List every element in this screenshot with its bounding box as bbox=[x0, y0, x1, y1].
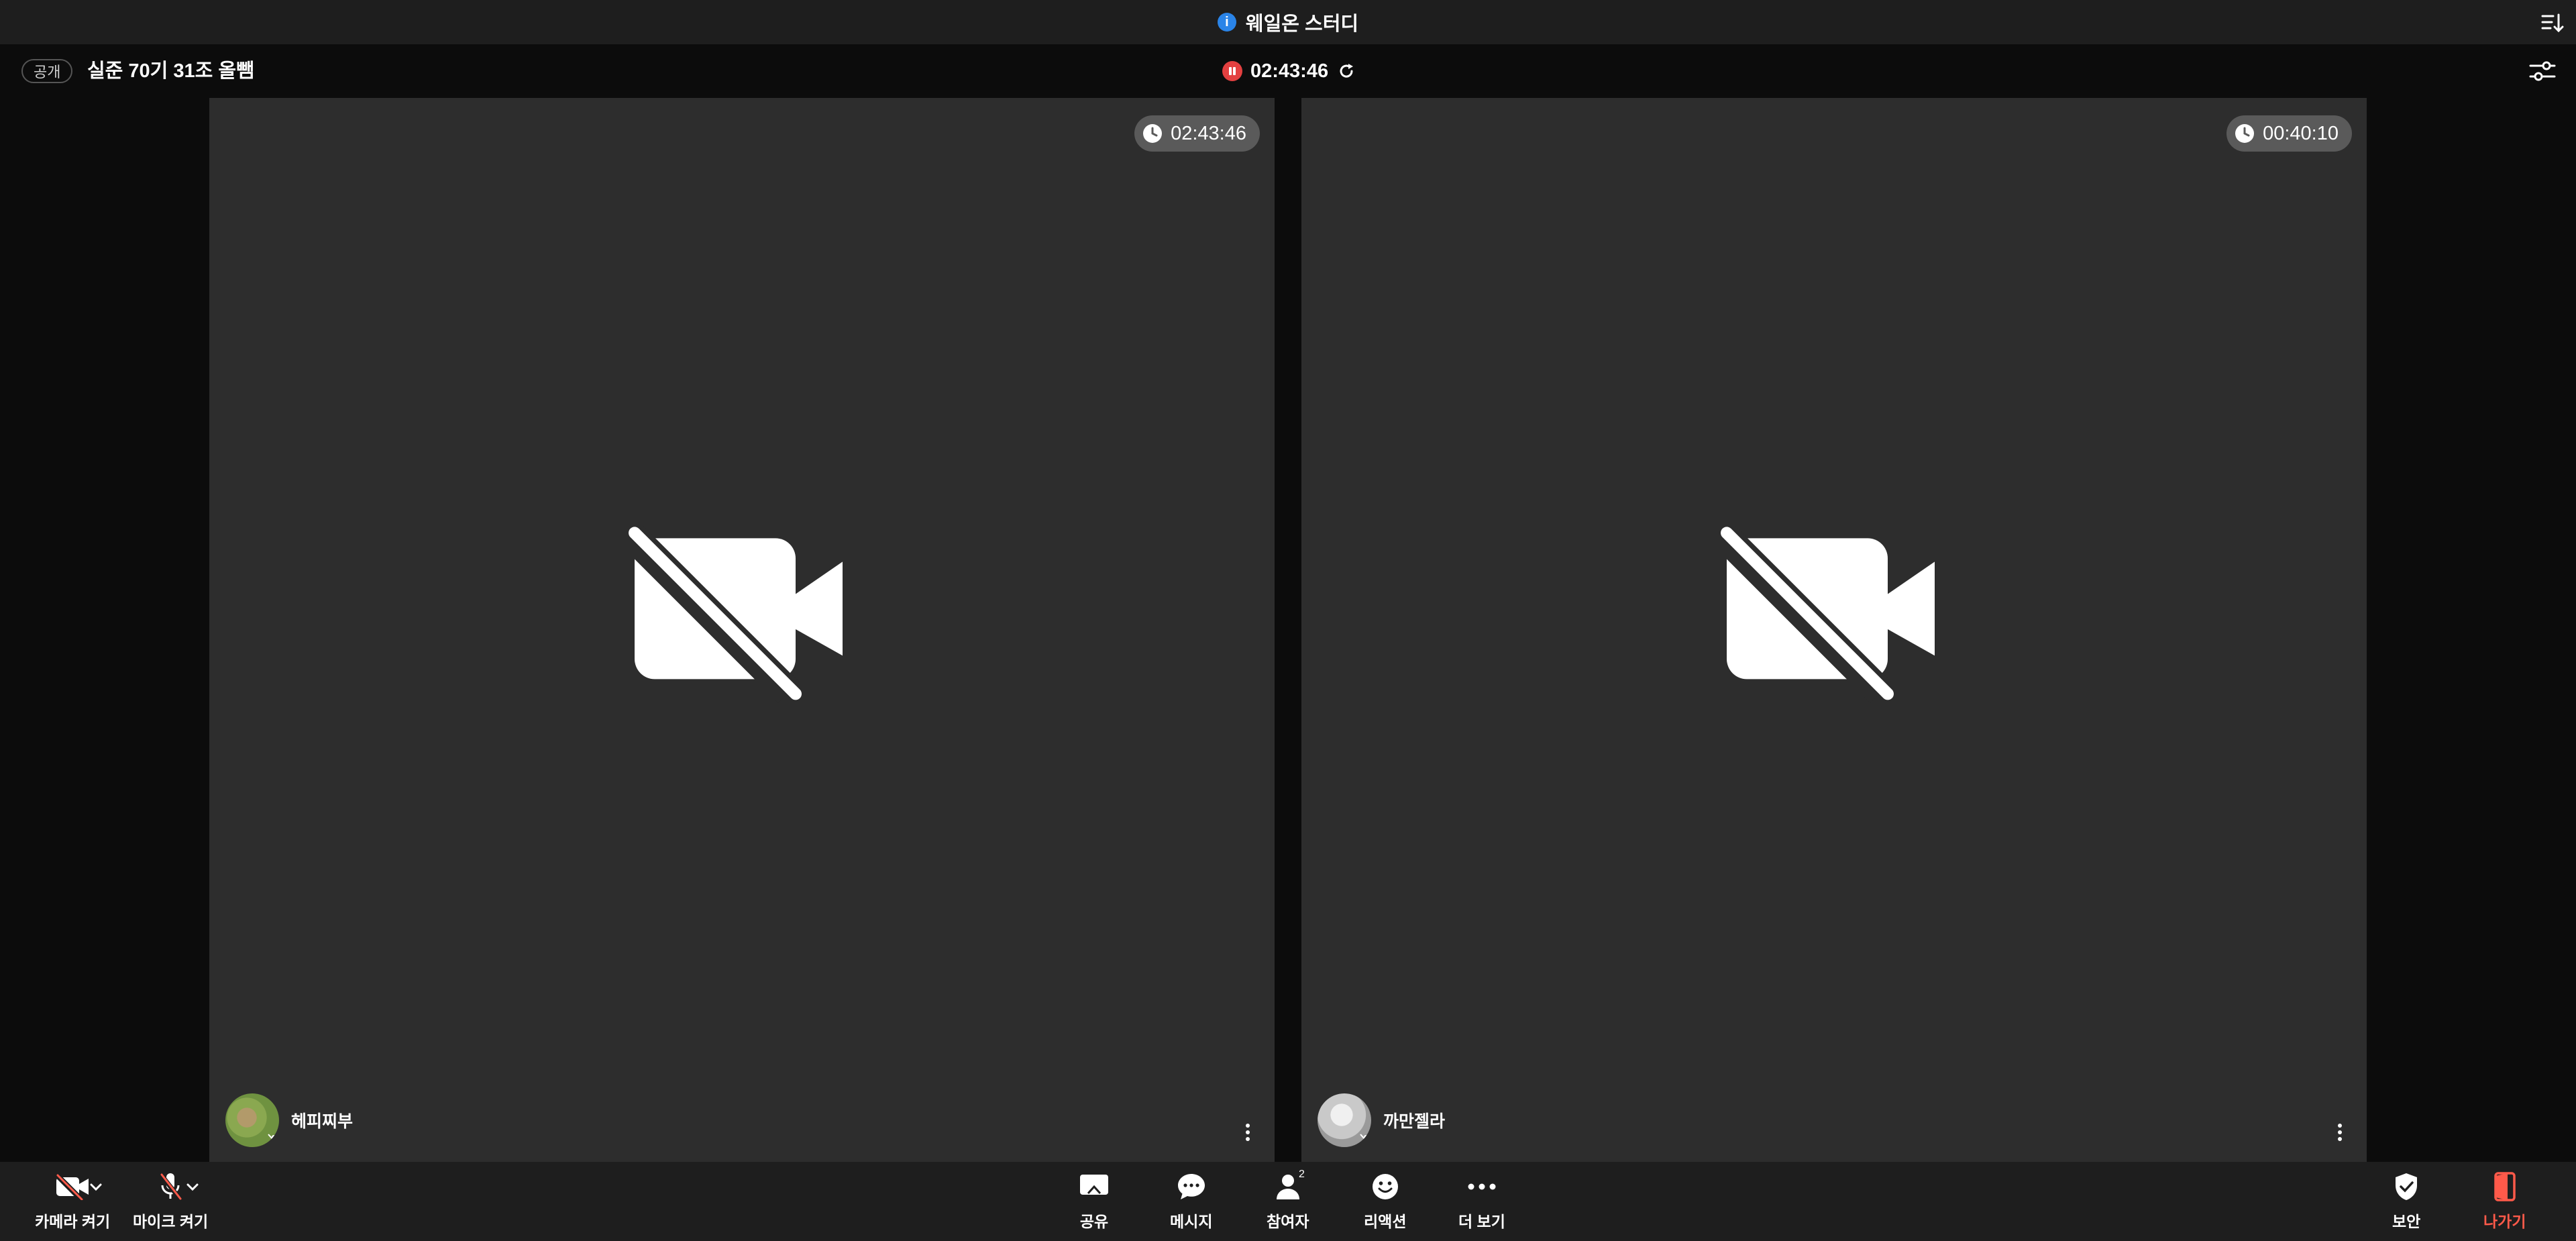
more-horizontal-icon bbox=[1468, 1183, 1496, 1190]
clock-icon bbox=[1143, 124, 1163, 143]
shield-check-icon bbox=[2396, 1173, 2418, 1200]
participant-name: 까만젤라 bbox=[1383, 1112, 1446, 1131]
mic-off-icon bbox=[159, 1173, 182, 1201]
leave-label: 나가기 bbox=[2483, 1213, 2526, 1230]
chat-bubble-icon bbox=[1177, 1174, 1205, 1199]
reaction-label: 리액션 bbox=[1364, 1213, 1407, 1230]
recording-status: 02:43:46 bbox=[1222, 58, 1356, 85]
camera-toggle-label: 카메라 켜기 bbox=[35, 1213, 111, 1230]
avatar bbox=[225, 1093, 279, 1147]
security-button[interactable]: 보안 bbox=[2392, 1171, 2420, 1232]
more-vertical-icon[interactable] bbox=[1241, 1119, 1254, 1146]
message-button[interactable]: 메시지 bbox=[1170, 1171, 1212, 1232]
security-label: 보안 bbox=[2392, 1213, 2421, 1230]
more-vertical-icon[interactable] bbox=[2333, 1119, 2347, 1146]
share-button[interactable]: 공유 bbox=[1079, 1171, 1110, 1232]
participant-info: 까만젤라 bbox=[1318, 1093, 1445, 1147]
reaction-button[interactable]: 리액션 bbox=[1364, 1171, 1406, 1232]
participant-timer-text: 00:40:10 bbox=[2263, 122, 2339, 144]
recording-pause-icon[interactable] bbox=[1222, 61, 1242, 81]
window-title: 웨일온 스터디 bbox=[1245, 13, 1359, 35]
sort-icon[interactable] bbox=[2538, 9, 2565, 36]
participant-timer-text: 02:43:46 bbox=[1171, 122, 1246, 144]
leave-button[interactable]: 나가기 bbox=[2483, 1171, 2526, 1232]
recording-time: 02:43:46 bbox=[1250, 60, 1329, 82]
participant-info: 헤피찌부 bbox=[225, 1093, 353, 1147]
more-label: 더 보기 bbox=[1458, 1213, 1505, 1230]
meeting-header: 공개 실준 70기 31조 올뺌 02:43:46 bbox=[0, 44, 2576, 98]
video-tile-2[interactable]: 00:40:10 까만젤라 bbox=[1301, 98, 2367, 1162]
message-label: 메시지 bbox=[1170, 1213, 1213, 1230]
camera-off-icon bbox=[628, 525, 843, 703]
chevron-down-icon[interactable] bbox=[89, 1179, 103, 1194]
mic-off-icon bbox=[268, 1134, 279, 1147]
screen-share-icon bbox=[1080, 1175, 1108, 1195]
mic-off-icon bbox=[1360, 1134, 1371, 1147]
exit-door-icon bbox=[2493, 1172, 2516, 1201]
bottom-toolbar: 카메라 켜기 마이크 켜기 공유 메시지 참여자 2 리액션 더 보기 보안 나… bbox=[0, 1162, 2576, 1241]
participants-label: 참여자 bbox=[1267, 1213, 1309, 1230]
clock-icon bbox=[2235, 124, 2255, 143]
avatar bbox=[1318, 1093, 1371, 1147]
participant-count-badge: 2 bbox=[1299, 1169, 1305, 1180]
participant-timer: 00:40:10 bbox=[2226, 115, 2352, 152]
camera-off-icon bbox=[55, 1173, 89, 1200]
participant-timer: 02:43:46 bbox=[1134, 115, 1260, 152]
share-label: 공유 bbox=[1079, 1213, 1109, 1230]
info-icon[interactable]: i bbox=[1217, 13, 1236, 32]
window-title-group: i 웨일온 스터디 bbox=[0, 0, 2576, 44]
participant-name: 헤피찌부 bbox=[291, 1112, 354, 1131]
visibility-badge: 공개 bbox=[21, 59, 73, 83]
settings-sliders-icon[interactable] bbox=[2528, 58, 2557, 85]
mic-toggle-label: 마이크 켜기 bbox=[133, 1213, 209, 1230]
video-tile-1[interactable]: 02:43:46 헤피찌부 bbox=[209, 98, 1275, 1162]
camera-off-icon bbox=[1720, 525, 1935, 703]
meeting-title: 실준 70기 31조 올뺌 bbox=[87, 60, 254, 82]
more-button[interactable]: 더 보기 bbox=[1458, 1171, 1505, 1232]
person-icon bbox=[1276, 1175, 1299, 1199]
window-title-bar: i 웨일온 스터디 bbox=[0, 0, 2576, 44]
smiley-icon bbox=[1372, 1174, 1398, 1199]
chevron-down-icon[interactable] bbox=[185, 1179, 200, 1194]
refresh-icon[interactable] bbox=[1336, 61, 1356, 81]
